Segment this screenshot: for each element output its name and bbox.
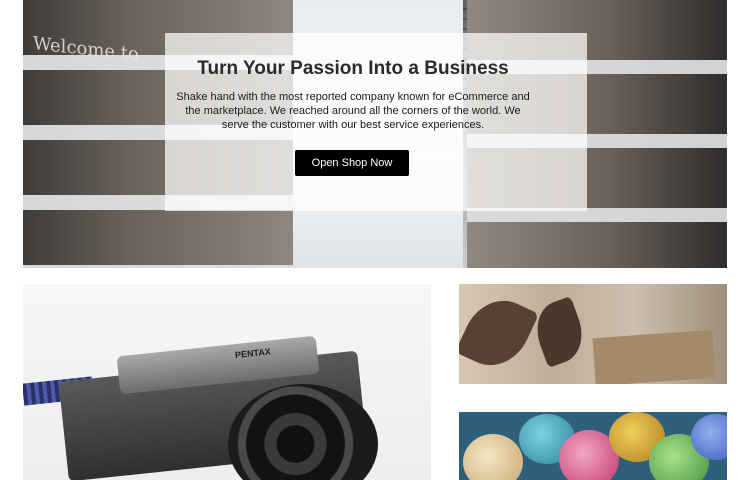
gift-leaf-image — [459, 288, 539, 378]
egg-image — [463, 434, 523, 480]
hero-description: Shake hand with the most reported compan… — [176, 91, 530, 131]
product-tile-eggs[interactable] — [459, 412, 727, 480]
gift-leaf-image — [528, 296, 591, 368]
product-tile-camera[interactable]: PENTAX — [23, 284, 431, 480]
hero-title: Turn Your Passion Into a Business — [197, 58, 509, 79]
hero-banner: Welcome to — [23, 0, 727, 268]
gift-box-image — [592, 329, 716, 384]
camera-brand-label: PENTAX — [234, 346, 272, 361]
open-shop-button[interactable]: Open Shop Now — [295, 150, 409, 176]
product-tile-gift[interactable] — [459, 284, 727, 384]
